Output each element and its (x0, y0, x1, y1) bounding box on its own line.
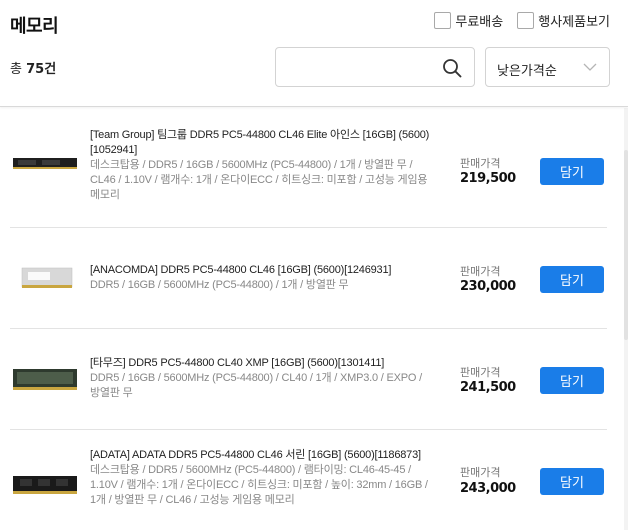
product-specs: 데스크탑용 / DDR5 / 5600MHz (PC5-44800) / 램타이… (90, 464, 428, 506)
product-title[interactable]: [ADATA] ADATA DDR5 PC5-44800 CL46 서린 [16… (90, 448, 430, 463)
total-count: 총 75건 (10, 58, 56, 77)
sort-select[interactable]: 낮은가격순 (485, 47, 610, 87)
product-info: [ANACOMDA] DDR5 PC5-44800 CL46 [16GB] (5… (90, 263, 430, 293)
page-title: 메모리 (10, 16, 59, 37)
total-prefix: 총 (10, 62, 22, 77)
promo-items-label: 행사제품보기 (538, 15, 610, 30)
product-price: 219,500 (460, 171, 516, 186)
product-title[interactable]: [ANACOMDA] DDR5 PC5-44800 CL46 [16GB] (5… (90, 263, 430, 278)
product-info: [ADATA] ADATA DDR5 PC5-44800 CL46 서린 [16… (90, 448, 430, 508)
product-price: 230,000 (460, 279, 516, 294)
search-box[interactable] (275, 47, 475, 87)
promo-items-checkbox-box[interactable] (517, 12, 535, 29)
product-info: [타무즈] DDR5 PC5-44800 CL40 XMP [16GB] (56… (90, 356, 430, 401)
price-label: 판매가격 (460, 265, 501, 278)
price-label: 판매가격 (460, 466, 501, 479)
ram-stick-icon (21, 267, 73, 288)
product-info: [Team Group] 팀그룹 DDR5 PC5-44800 CL46 Eli… (90, 128, 430, 203)
product-row: [ANACOMDA] DDR5 PC5-44800 CL46 [16GB] (5… (10, 228, 607, 329)
add-to-cart-button[interactable]: 담기 (540, 367, 604, 394)
sort-selected-label: 낮은가격순 (497, 64, 557, 79)
search-icon[interactable] (442, 58, 462, 78)
promo-items-checkbox[interactable]: 행사제품보기 (517, 11, 610, 30)
add-to-cart-button[interactable]: 담기 (540, 266, 604, 293)
ram-stick-icon (13, 369, 77, 390)
ram-stick-icon (13, 158, 77, 169)
top-bar: 메모리 무료배송 행사제품보기 총 75건 낮은가격순 (0, 0, 628, 107)
free-shipping-label: 무료배송 (455, 15, 504, 30)
product-row: [타무즈] DDR5 PC5-44800 CL40 XMP [16GB] (56… (10, 329, 607, 430)
add-to-cart-button[interactable]: 담기 (540, 158, 604, 185)
product-title[interactable]: [Team Group] 팀그룹 DDR5 PC5-44800 CL46 Eli… (90, 128, 430, 158)
product-list: [Team Group] 팀그룹 DDR5 PC5-44800 CL46 Eli… (0, 108, 628, 530)
product-specs: DDR5 / 16GB / 5600MHz (PC5-44800) / 1개 /… (90, 279, 349, 291)
free-shipping-checkbox-box[interactable] (434, 12, 452, 29)
price-label: 판매가격 (460, 366, 501, 379)
search-input[interactable] (286, 48, 441, 86)
ram-stick-icon (13, 476, 77, 494)
product-title[interactable]: [타무즈] DDR5 PC5-44800 CL40 XMP [16GB] (56… (90, 356, 430, 371)
product-specs: 데스크탑용 / DDR5 / 16GB / 5600MHz (PC5-44800… (90, 159, 428, 201)
filter-options: 무료배송 행사제품보기 (434, 11, 610, 30)
price-label: 판매가격 (460, 157, 501, 170)
product-specs: DDR5 / 16GB / 5600MHz (PC5-44800) / CL40… (90, 372, 422, 399)
add-to-cart-button[interactable]: 담기 (540, 468, 604, 495)
total-count-value: 75건 (26, 62, 57, 77)
product-price: 243,000 (460, 481, 516, 496)
scrollbar-thumb[interactable] (624, 150, 628, 340)
free-shipping-checkbox[interactable]: 무료배송 (434, 11, 503, 30)
product-price: 241,500 (460, 380, 516, 395)
product-row: [Team Group] 팀그룹 DDR5 PC5-44800 CL46 Eli… (10, 108, 607, 228)
chevron-down-icon (583, 63, 597, 71)
product-row: [ADATA] ADATA DDR5 PC5-44800 CL46 서린 [16… (10, 430, 607, 530)
